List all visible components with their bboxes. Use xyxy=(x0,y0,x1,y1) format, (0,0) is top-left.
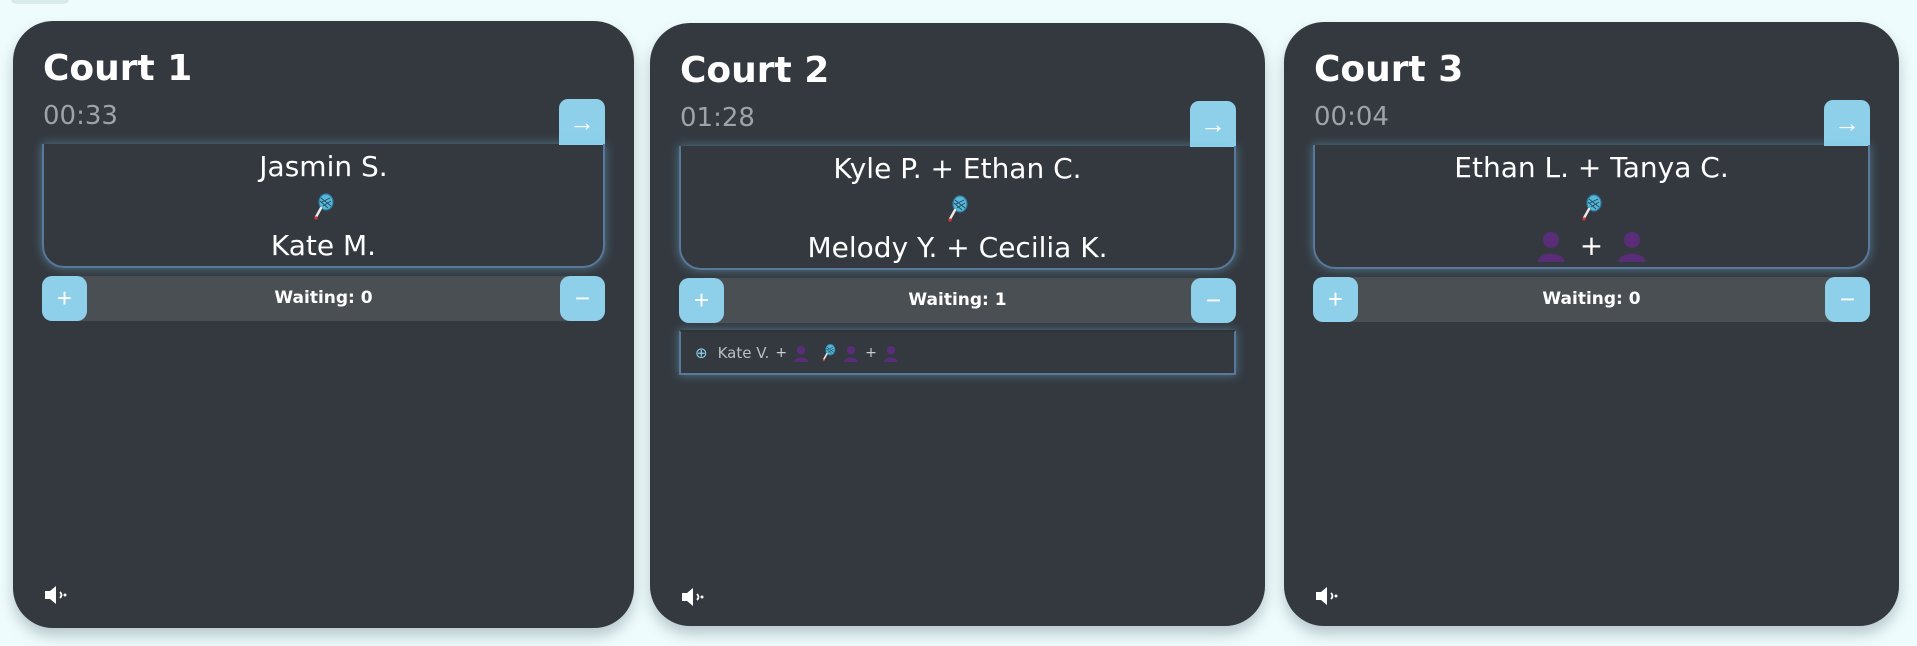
waiting-count: Waiting: 0 xyxy=(1542,289,1641,309)
arrow-right-icon: → xyxy=(1200,109,1226,139)
team-a: Jasmin S. xyxy=(259,150,388,183)
court-title: Court 2 xyxy=(680,50,830,91)
minus-icon: − xyxy=(574,283,591,313)
add-waiting-button[interactable]: + xyxy=(679,278,724,323)
sound-toggle-button[interactable] xyxy=(43,584,71,606)
court-card-1: Court 1 00:33 → Jasmin S. Kate M. Waitin… xyxy=(13,21,634,628)
minus-icon: − xyxy=(1205,285,1222,315)
badminton-racket-icon xyxy=(1580,193,1604,223)
court-card-3: Court 3 00:04 → Ethan L. + Tanya C. + Wa… xyxy=(1284,22,1899,626)
next-match-button[interactable]: → xyxy=(1824,100,1870,146)
court-card-2: Court 2 01:28 → Kyle P. + Ethan C. Melod… xyxy=(650,23,1265,626)
person-placeholder-icon[interactable] xyxy=(1617,230,1647,262)
sound-toggle-button[interactable] xyxy=(680,586,708,608)
current-match: Ethan L. + Tanya C. + xyxy=(1313,145,1870,269)
team-plus: + xyxy=(1579,229,1604,262)
page-edge-mark xyxy=(10,0,70,4)
team-b: Kate M. xyxy=(270,229,377,262)
queue-plus: + xyxy=(865,345,877,361)
add-waiting-button[interactable]: + xyxy=(42,276,87,321)
speaker-icon xyxy=(43,584,71,606)
team-a: Ethan L. + Tanya C. xyxy=(1454,151,1729,184)
waiting-count: Waiting: 0 xyxy=(274,288,373,308)
waiting-bar: Waiting: 0 + − xyxy=(42,276,605,321)
badminton-racket-icon xyxy=(312,192,336,222)
remove-waiting-button[interactable]: − xyxy=(1191,278,1236,323)
current-match: Kyle P. + Ethan C. Melody Y. + Cecilia K… xyxy=(679,146,1236,270)
person-placeholder-icon[interactable] xyxy=(1536,230,1566,262)
remove-waiting-button[interactable]: − xyxy=(560,276,605,321)
speaker-icon xyxy=(1314,585,1342,607)
court-title: Court 3 xyxy=(1314,49,1464,90)
sound-toggle-button[interactable] xyxy=(1314,585,1342,607)
plus-icon: + xyxy=(56,283,73,313)
team-b-placeholder: + xyxy=(1315,229,1868,263)
plus-icon: + xyxy=(1327,284,1344,314)
badminton-racket-icon xyxy=(821,343,837,363)
add-waiting-button[interactable]: + xyxy=(1313,277,1358,322)
waiting-bar: Waiting: 0 + − xyxy=(1313,277,1870,322)
court-timer: 00:04 xyxy=(1314,102,1389,132)
next-match-button[interactable]: → xyxy=(559,99,605,145)
waiting-count: Waiting: 1 xyxy=(908,290,1007,310)
waiting-bar: Waiting: 1 + − xyxy=(679,278,1236,323)
team-b: Melody Y. + Cecilia K. xyxy=(807,231,1108,264)
court-timer: 01:28 xyxy=(680,103,755,133)
plus-icon: + xyxy=(693,285,710,315)
arrow-right-icon: → xyxy=(569,107,595,137)
arrow-right-icon: → xyxy=(1834,108,1860,138)
team-a: Kyle P. + Ethan C. xyxy=(833,152,1082,185)
badminton-racket-icon xyxy=(946,194,970,224)
speaker-icon xyxy=(680,586,708,608)
person-placeholder-icon xyxy=(843,345,859,362)
court-title: Court 1 xyxy=(43,48,193,89)
remove-waiting-button[interactable]: − xyxy=(1825,277,1870,322)
person-placeholder-icon xyxy=(883,345,899,362)
queue-player-name: Kate V. xyxy=(717,344,770,362)
court-timer: 00:33 xyxy=(43,101,118,131)
minus-icon: − xyxy=(1839,284,1856,314)
waiting-queue: ⊕ Kate V. + + xyxy=(679,330,1236,375)
next-match-button[interactable]: → xyxy=(1190,101,1236,147)
queue-entry[interactable]: ⊕ Kate V. + + xyxy=(695,342,899,364)
current-match: Jasmin S. Kate M. xyxy=(42,144,605,268)
queue-plus: + xyxy=(775,345,788,361)
add-circle-icon: ⊕ xyxy=(695,343,708,362)
person-placeholder-icon xyxy=(793,345,809,362)
